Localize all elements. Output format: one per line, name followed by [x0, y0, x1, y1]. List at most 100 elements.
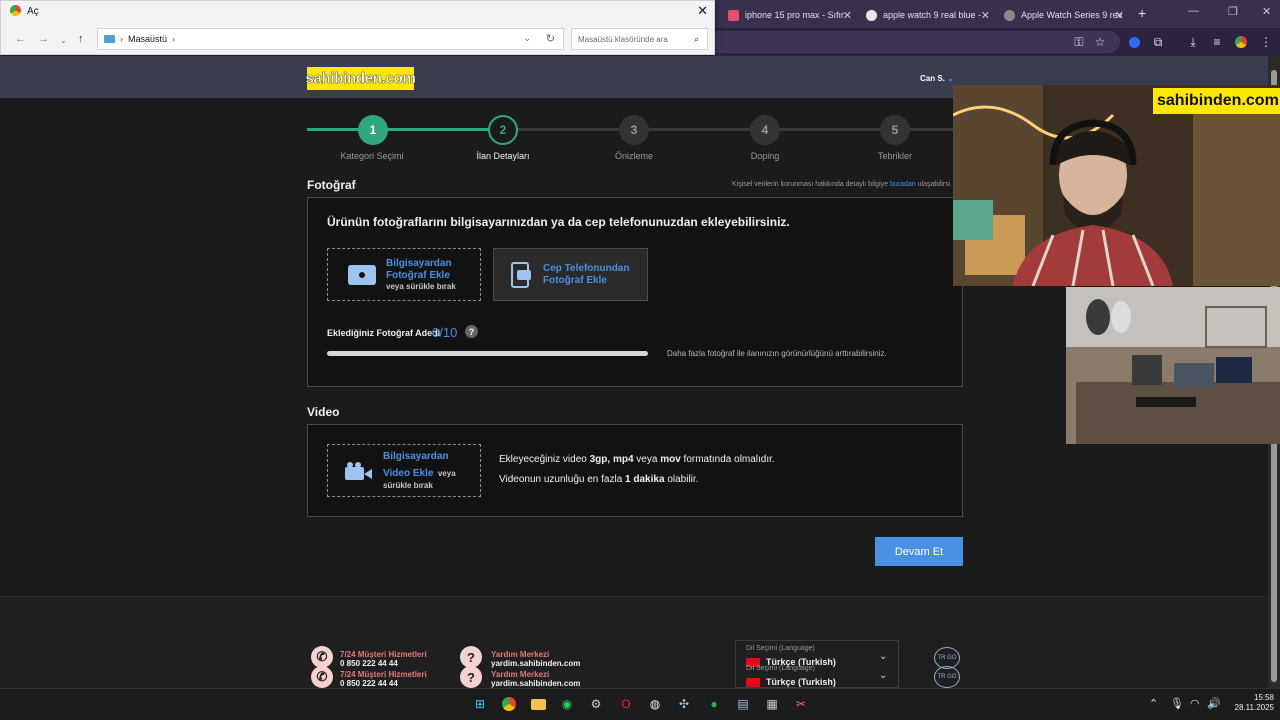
profile-avatar-icon[interactable] — [1233, 34, 1249, 50]
snipping-tool-icon[interactable]: ✂ — [791, 694, 811, 714]
file-open-dialog: Aç ✕ ← → ⌄ ↑ › Masaüstü › ⌄ ↻ Masaüstü k… — [0, 0, 715, 55]
add-photo-phone-line2: Fotoğraf Ekle — [543, 274, 607, 286]
file-explorer-icon[interactable] — [528, 694, 548, 714]
add-photo-from-computer-button[interactable]: Bilgisayardan Fotoğraf Ekle veya sürükle… — [327, 248, 481, 301]
step-4-label: Doping — [750, 151, 780, 161]
add-photo-from-phone-button[interactable]: Cep Telefonundan Fotoğraf Ekle — [493, 248, 648, 301]
chevron-down-icon[interactable]: ⌄ — [60, 36, 67, 45]
clock-date: 28.11.2025 — [1234, 703, 1274, 712]
step-1-label: Kategori Seçimi — [340, 151, 404, 161]
add-photo-computer-line2: Fotoğraf Ekle — [386, 270, 450, 281]
site-logo[interactable]: sahibinden.com — [305, 67, 416, 90]
language-value: Türkçe (Turkish) — [746, 677, 836, 687]
trgo-badge[interactable]: TR GO — [934, 666, 960, 688]
add-video-line2: Video Ekle — [383, 468, 434, 479]
browser-tab-2[interactable]: apple watch 9 real blue - ✕ — [860, 4, 998, 26]
support-phone[interactable]: 0 850 222 44 44 — [340, 679, 398, 688]
spotify-icon[interactable]: ● — [704, 694, 724, 714]
phone-camera-icon — [511, 261, 531, 288]
minimize-icon[interactable]: — — [1188, 5, 1199, 17]
dialog-search-input[interactable]: Masaüstü klasöründe ara ⌕ — [571, 28, 708, 50]
address-bar[interactable] — [700, 31, 1120, 53]
privacy-text-end: ulaşabilirsi — [917, 181, 951, 188]
extensions-puzzle-icon[interactable]: ⧉ — [1150, 34, 1166, 50]
search-icon[interactable]: ⌕ — [694, 34, 699, 45]
steam-icon[interactable]: ⚙ — [586, 694, 606, 714]
privacy-text: Kişisel verilerin korunması hakkında det… — [732, 181, 889, 188]
whatsapp-icon[interactable]: ◉ — [557, 694, 577, 714]
chevron-up-icon[interactable]: ⌃ — [1149, 697, 1158, 710]
add-video-from-computer-button[interactable]: Bilgisayardan Video Ekle veya sürükle bı… — [327, 444, 481, 497]
language-label: Dil Seçimi (Language) — [746, 645, 815, 652]
chrome-taskbar-icon[interactable] — [499, 694, 519, 714]
password-key-icon[interactable]: ⚿ — [1071, 34, 1087, 50]
stepper-progress-line — [307, 128, 503, 131]
browser-tab-3[interactable]: Apple Watch Series 9 rev ✕ — [998, 4, 1132, 26]
camera-icon — [348, 264, 376, 285]
download-icon[interactable]: ⤓ — [1185, 34, 1201, 50]
support-title: 7/24 Müşteri Hizmetleri — [340, 650, 427, 659]
webcam-overlay-streamer — [953, 85, 1280, 286]
windows-start-icon[interactable]: ⊞ — [470, 694, 490, 714]
chevron-down-icon[interactable]: ⌄ — [523, 33, 531, 44]
back-arrow-icon[interactable]: ← — [15, 33, 26, 45]
chevron-down-icon: ⌄ — [947, 74, 954, 83]
video-format-text: Ekleyeceğiniz video — [499, 454, 587, 465]
close-window-icon[interactable]: ✕ — [1262, 5, 1271, 18]
reading-list-icon[interactable]: ≡ — [1209, 34, 1225, 50]
drag-drop-hint: veya sürükle bırak — [386, 282, 456, 291]
help-center-icon: ? — [460, 666, 482, 688]
forward-arrow-icon[interactable]: → — [38, 33, 49, 45]
turkey-flag-icon — [746, 677, 760, 687]
close-icon[interactable]: ✕ — [697, 3, 708, 19]
step-4-circle: 4 — [750, 115, 780, 145]
video-drag-drop-hint: sürükle bırak — [383, 481, 433, 490]
volume-icon[interactable]: 🔊 — [1207, 697, 1221, 710]
search-placeholder: Masaüstü klasöründe ara — [578, 35, 668, 44]
video-hint-or: veya — [437, 469, 456, 478]
chevron-down-icon[interactable]: ⌄ — [879, 651, 887, 662]
breadcrumb-separator-icon: › — [172, 34, 176, 44]
close-tab-icon[interactable]: ✕ — [843, 9, 852, 22]
up-arrow-icon[interactable]: ↑ — [78, 33, 84, 45]
obs-icon[interactable]: ◍ — [645, 694, 665, 714]
browser-tab-1[interactable]: iphone 15 pro max - Sıfır ✕ — [722, 4, 860, 26]
path-breadcrumb[interactable]: › Masaüstü › ⌄ ↻ — [97, 28, 564, 50]
chevron-down-icon[interactable]: ⌄ — [879, 670, 887, 681]
close-tab-icon[interactable]: ✕ — [1115, 9, 1124, 22]
privacy-link[interactable]: buradan — [890, 181, 916, 188]
photo-section-title: Fotoğraf — [307, 178, 356, 192]
maximize-icon[interactable]: ❐ — [1228, 5, 1238, 18]
breadcrumb-separator-icon: › — [120, 34, 123, 44]
help-center-icon: ? — [460, 646, 482, 668]
step-5-label: Tebrikler — [877, 151, 912, 161]
browser-menu-icon[interactable]: ⋮ — [1258, 34, 1274, 50]
add-photo-phone-line1: Cep Telefonundan — [543, 262, 630, 274]
user-menu[interactable]: Can S. ⌄ — [920, 74, 954, 83]
continue-button[interactable]: Devam Et — [875, 537, 963, 566]
help-center-link[interactable]: yardim.sahibinden.com — [491, 679, 580, 688]
help-center-link[interactable]: yardim.sahibinden.com — [491, 659, 580, 668]
network-app-icon[interactable]: ✣ — [674, 694, 694, 714]
close-tab-icon[interactable]: ✕ — [981, 9, 990, 22]
logo-text: sahibinden.com — [305, 70, 416, 87]
taskbar-clock[interactable]: 15:58 28.11.2025 — [1220, 693, 1274, 713]
support-phone[interactable]: 0 850 222 44 44 — [340, 659, 398, 668]
refresh-icon[interactable]: ↻ — [546, 32, 555, 45]
new-tab-icon[interactable]: + — [1138, 5, 1146, 21]
calculator-icon[interactable]: ▦ — [762, 694, 782, 714]
sahibinden-favicon-icon — [728, 9, 739, 21]
notepad-icon[interactable]: ▤ — [733, 694, 753, 714]
help-icon[interactable]: ? — [465, 325, 478, 338]
microphone-icon[interactable]: 🎙 — [1170, 697, 1184, 710]
bookmark-star-icon[interactable]: ☆ — [1092, 34, 1108, 50]
step-3-label: Önizleme — [614, 151, 653, 161]
opera-icon[interactable]: O — [616, 694, 636, 714]
extension-badge-icon[interactable] — [1126, 34, 1142, 50]
phone-support-icon: ✆ — [311, 646, 333, 668]
folder-icon — [104, 35, 115, 43]
dialog-title: Aç — [27, 6, 39, 17]
breadcrumb-item[interactable]: Masaüstü — [128, 34, 167, 44]
user-name: Can S. — [920, 74, 945, 83]
wifi-icon[interactable]: ◠ — [1190, 697, 1200, 710]
